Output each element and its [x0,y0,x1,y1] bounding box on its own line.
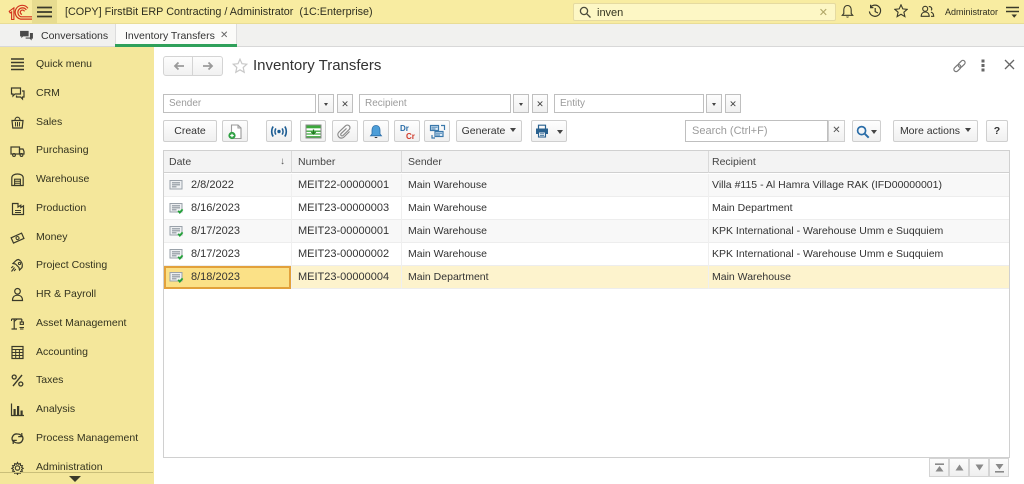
svg-text:Cr: Cr [406,132,415,141]
